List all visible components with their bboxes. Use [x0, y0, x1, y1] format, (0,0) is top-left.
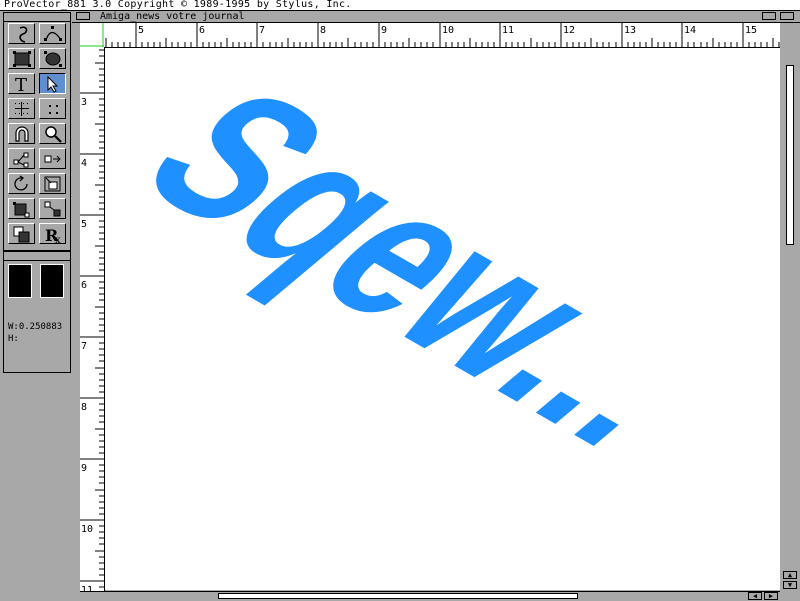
reflect-icon [44, 201, 61, 217]
text-icon: T [15, 75, 27, 94]
tool-text-button[interactable]: T [8, 73, 35, 94]
height-readout: H: [8, 334, 19, 344]
fill-color-swatch[interactable] [8, 264, 32, 298]
tool-magnet-button[interactable] [8, 123, 35, 144]
vertical-ruler[interactable]: 3 4 5 6 7 8 9 10 11 [80, 47, 105, 596]
tool-transform-button[interactable] [8, 198, 35, 219]
tool-ellipse-button[interactable] [39, 48, 66, 69]
tool-freehand-button[interactable] [8, 23, 35, 44]
h-ruler-label: 6 [199, 25, 205, 36]
h-ruler-label: 11 [502, 25, 514, 36]
v-ruler-label: 9 [81, 463, 87, 474]
tool-scale-button[interactable] [39, 173, 66, 194]
vertical-scroll-thumb[interactable] [786, 65, 794, 245]
rectangle-icon [13, 51, 31, 67]
scroll-left-arrow-icon[interactable]: ◀ [748, 592, 762, 600]
v-ruler-label: 5 [81, 219, 87, 230]
horizontal-scroll-thumb[interactable] [218, 593, 578, 599]
toolbox-drag-bar[interactable] [4, 13, 70, 22]
skewed-text-object[interactable]: Sqew... [105, 52, 756, 482]
transform-icon [13, 202, 30, 218]
ellipse-icon [44, 51, 62, 67]
tool-magnifier-button[interactable] [39, 123, 66, 144]
ruler-origin[interactable] [80, 23, 104, 47]
h-ruler-label: 13 [624, 25, 636, 36]
info-drag-bar[interactable] [4, 252, 70, 261]
scroll-down-arrow-icon[interactable]: ▼ [783, 581, 797, 589]
tool-connect-node-button[interactable] [8, 148, 35, 169]
tool-rotate-button[interactable] [8, 173, 35, 194]
h-ruler-label: 10 [442, 25, 454, 36]
freehand-icon [19, 26, 28, 43]
h-ruler-label: 12 [563, 25, 575, 36]
h-ruler-label: 15 [745, 25, 757, 36]
h-ruler-label: 9 [381, 25, 387, 36]
artwork: Sqew... [105, 52, 756, 482]
tool-rectangle-button[interactable] [8, 48, 35, 69]
tool-move-node-button[interactable] [39, 148, 66, 169]
tool-grid-button[interactable] [8, 98, 35, 119]
close-gadget-icon[interactable] [76, 12, 90, 20]
v-ruler-label: 4 [81, 158, 87, 169]
tool-prescription-rx-button[interactable]: Rx [39, 223, 66, 244]
v-ruler-label: 7 [81, 341, 87, 352]
document-window: Amiga_news votre journal 5 6 7 8 9 10 11 12 13 14… [72, 11, 800, 601]
h-ruler-label: 7 [259, 25, 265, 36]
vertical-scrollbar[interactable]: ▲ ▼ [780, 23, 800, 591]
connect-node-icon [13, 152, 29, 168]
depth-gadget-icon[interactable] [780, 12, 794, 20]
svg-text:x: x [55, 235, 61, 244]
svg-text:T: T [15, 75, 27, 94]
tool-duplicate-button[interactable] [8, 223, 35, 244]
scroll-up-arrow-icon[interactable]: ▲ [783, 571, 797, 579]
move-node-icon [44, 155, 61, 163]
app-title: ProVector_881 3.0 Copyright © 1989-1995 … [4, 0, 352, 10]
points-icon [49, 105, 58, 114]
width-readout: W:0.250883 [8, 322, 63, 332]
toolbox-panel: T Rx [3, 12, 71, 251]
drawing-canvas[interactable]: Sqew... [105, 48, 780, 590]
info-panel: W:0.250883 H: [3, 251, 71, 373]
pointer-arrow-icon [47, 75, 59, 93]
tool-points-button[interactable] [39, 98, 66, 119]
app-title-bar: ProVector_881 3.0 Copyright © 1989-1995 … [0, 0, 800, 11]
grid-icon [15, 102, 29, 116]
v-ruler-label: 10 [81, 524, 93, 535]
scroll-right-arrow-icon[interactable]: ▶ [764, 592, 778, 600]
v-ruler-label: 6 [81, 280, 87, 291]
rotate-icon [14, 175, 28, 191]
magnet-icon [15, 126, 29, 142]
h-ruler-label: 8 [320, 25, 326, 36]
scale-icon [44, 176, 61, 192]
tool-reflect-button[interactable] [39, 198, 66, 219]
v-ruler-label: 3 [81, 97, 87, 108]
document-title-bar[interactable]: Amiga_news votre journal [72, 11, 800, 23]
prescription-rx-icon: Rx [45, 226, 61, 244]
h-ruler-label: 14 [684, 25, 696, 36]
duplicate-icon [13, 226, 30, 243]
stroke-color-swatch[interactable] [40, 264, 64, 298]
h-ruler-label: 5 [138, 25, 144, 36]
document-title: Amiga_news votre journal [100, 11, 245, 22]
horizontal-ruler[interactable]: 5 6 7 8 9 10 11 12 13 14 15 [104, 23, 780, 48]
magnifier-icon [45, 126, 62, 143]
bezier-curve-icon [44, 26, 62, 41]
tool-bezier-curve-button[interactable] [39, 23, 66, 44]
zoom-gadget-icon[interactable] [762, 12, 776, 20]
tool-pointer-arrow-button[interactable] [39, 73, 66, 94]
ruler-origin-icon [80, 23, 104, 47]
v-ruler-label: 8 [81, 402, 87, 413]
